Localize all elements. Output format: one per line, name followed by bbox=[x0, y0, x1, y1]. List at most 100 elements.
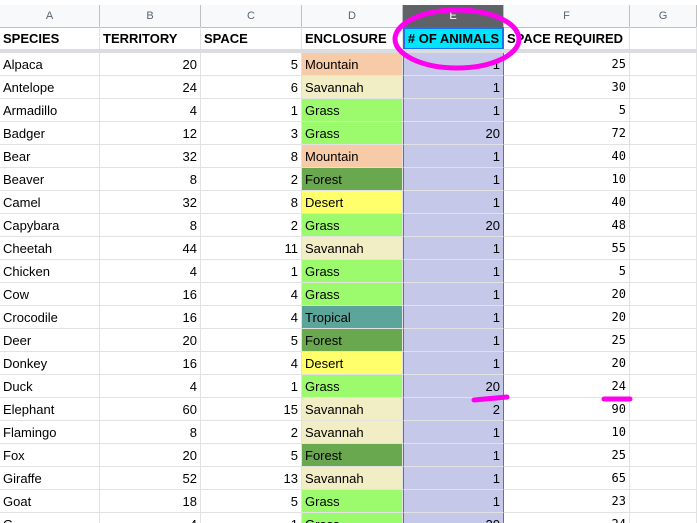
cell-space-required[interactable]: 25 bbox=[504, 53, 630, 76]
cell-space-required[interactable]: 23 bbox=[504, 490, 630, 513]
cell-species[interactable]: Cheetah bbox=[0, 237, 100, 260]
cell-num-animals[interactable]: 20 bbox=[403, 375, 504, 398]
cell-space[interactable]: 6 bbox=[201, 76, 302, 99]
cell-space-required[interactable]: 40 bbox=[504, 145, 630, 168]
cell-empty-g[interactable] bbox=[630, 191, 697, 214]
cell-num-animals[interactable]: 1 bbox=[403, 76, 504, 99]
cell-space-required[interactable]: 20 bbox=[504, 283, 630, 306]
cell-enclosure[interactable]: Forest bbox=[302, 329, 403, 352]
cell-enclosure[interactable]: Tropical bbox=[302, 306, 403, 329]
cell-territory[interactable]: 52 bbox=[100, 467, 201, 490]
cell-space[interactable]: 2 bbox=[201, 421, 302, 444]
cell-empty-g[interactable] bbox=[630, 467, 697, 490]
cell-empty-g[interactable] bbox=[630, 398, 697, 421]
cell-num-animals[interactable]: 1 bbox=[403, 490, 504, 513]
cell-enclosure[interactable]: Savannah bbox=[302, 76, 403, 99]
header-space-required[interactable]: SPACE REQUIRED bbox=[504, 27, 630, 50]
cell-species[interactable]: Donkey bbox=[0, 352, 100, 375]
cell-enclosure[interactable]: Forest bbox=[302, 444, 403, 467]
cell-num-animals[interactable]: 1 bbox=[403, 260, 504, 283]
cell-space-required[interactable]: 65 bbox=[504, 467, 630, 490]
cell-empty-g[interactable] bbox=[630, 53, 697, 76]
cell-enclosure[interactable]: Grass bbox=[302, 99, 403, 122]
cell-species[interactable]: G bbox=[0, 513, 100, 523]
cell-space-required[interactable]: 90 bbox=[504, 398, 630, 421]
cell-space[interactable]: 8 bbox=[201, 145, 302, 168]
cell-enclosure[interactable]: Savannah bbox=[302, 398, 403, 421]
cell-num-animals[interactable]: 1 bbox=[403, 168, 504, 191]
cell-space-required[interactable]: 24 bbox=[504, 375, 630, 398]
cell-territory[interactable]: 4 bbox=[100, 375, 201, 398]
cell-space-required[interactable]: 48 bbox=[504, 214, 630, 237]
cell-territory[interactable]: 16 bbox=[100, 352, 201, 375]
cell-num-animals[interactable]: 1 bbox=[403, 421, 504, 444]
cell-enclosure[interactable]: Mountain bbox=[302, 145, 403, 168]
cell-species[interactable]: Giraffe bbox=[0, 467, 100, 490]
cell-enclosure[interactable]: Savannah bbox=[302, 467, 403, 490]
cell-num-animals[interactable]: 1 bbox=[403, 329, 504, 352]
cell-territory[interactable]: 8 bbox=[100, 421, 201, 444]
cell-empty-g[interactable] bbox=[630, 168, 697, 191]
header-num-animals[interactable]: # OF ANIMALS bbox=[403, 27, 504, 50]
cell-species[interactable]: Bear bbox=[0, 145, 100, 168]
cell-space-required[interactable]: 10 bbox=[504, 421, 630, 444]
cell-empty-g[interactable] bbox=[630, 214, 697, 237]
cell-num-animals[interactable]: 1 bbox=[403, 53, 504, 76]
cell-enclosure[interactable]: Desert bbox=[302, 352, 403, 375]
cell-empty-g[interactable] bbox=[630, 352, 697, 375]
cell-species[interactable]: Duck bbox=[0, 375, 100, 398]
cell-num-animals[interactable]: 1 bbox=[403, 237, 504, 260]
cell-space-required[interactable]: 72 bbox=[504, 122, 630, 145]
column-header-e-selected[interactable]: E bbox=[403, 5, 504, 27]
cell-space[interactable]: 8 bbox=[201, 191, 302, 214]
cell-num-animals[interactable]: 20 bbox=[403, 513, 504, 523]
cell-territory[interactable]: 24 bbox=[100, 76, 201, 99]
cell-space-required[interactable]: 40 bbox=[504, 191, 630, 214]
cell-num-animals[interactable]: 1 bbox=[403, 352, 504, 375]
header-empty-g[interactable] bbox=[630, 27, 697, 50]
cell-species[interactable]: Beaver bbox=[0, 168, 100, 191]
cell-species[interactable]: Elephant bbox=[0, 398, 100, 421]
cell-num-animals[interactable]: 1 bbox=[403, 145, 504, 168]
cell-space[interactable]: 11 bbox=[201, 237, 302, 260]
cell-space[interactable]: 1 bbox=[201, 513, 302, 523]
column-header-a[interactable]: A bbox=[0, 5, 100, 27]
cell-species[interactable]: Flamingo bbox=[0, 421, 100, 444]
cell-territory[interactable]: 12 bbox=[100, 122, 201, 145]
cell-space[interactable]: 2 bbox=[201, 214, 302, 237]
cell-territory[interactable]: 44 bbox=[100, 237, 201, 260]
cell-space-required[interactable]: 55 bbox=[504, 237, 630, 260]
cell-territory[interactable]: 4 bbox=[100, 513, 201, 523]
cell-empty-g[interactable] bbox=[630, 76, 697, 99]
cell-space-required[interactable]: 5 bbox=[504, 99, 630, 122]
cell-space[interactable]: 13 bbox=[201, 467, 302, 490]
cell-space-required[interactable]: 25 bbox=[504, 329, 630, 352]
cell-species[interactable]: Badger bbox=[0, 122, 100, 145]
cell-enclosure[interactable]: Grass bbox=[302, 260, 403, 283]
cell-space[interactable]: 4 bbox=[201, 352, 302, 375]
column-header-b[interactable]: B bbox=[100, 5, 201, 27]
cell-territory[interactable]: 60 bbox=[100, 398, 201, 421]
cell-species[interactable]: Cow bbox=[0, 283, 100, 306]
cell-space[interactable]: 15 bbox=[201, 398, 302, 421]
header-enclosure[interactable]: ENCLOSURE bbox=[302, 27, 403, 50]
cell-empty-g[interactable] bbox=[630, 122, 697, 145]
cell-territory[interactable]: 4 bbox=[100, 260, 201, 283]
cell-space-required[interactable]: 5 bbox=[504, 260, 630, 283]
cell-territory[interactable]: 32 bbox=[100, 145, 201, 168]
cell-space[interactable]: 2 bbox=[201, 168, 302, 191]
cell-space-required[interactable]: 20 bbox=[504, 352, 630, 375]
cell-territory[interactable]: 4 bbox=[100, 99, 201, 122]
cell-space[interactable]: 5 bbox=[201, 490, 302, 513]
cell-enclosure[interactable]: Grass bbox=[302, 375, 403, 398]
cell-species[interactable]: Deer bbox=[0, 329, 100, 352]
cell-territory[interactable]: 8 bbox=[100, 168, 201, 191]
cell-empty-g[interactable] bbox=[630, 421, 697, 444]
cell-territory[interactable]: 20 bbox=[100, 444, 201, 467]
cell-enclosure[interactable]: Savannah bbox=[302, 237, 403, 260]
header-space[interactable]: SPACE bbox=[201, 27, 302, 50]
cell-enclosure[interactable]: Desert bbox=[302, 191, 403, 214]
cell-territory[interactable]: 18 bbox=[100, 490, 201, 513]
column-header-c[interactable]: C bbox=[201, 5, 302, 27]
cell-space[interactable]: 5 bbox=[201, 444, 302, 467]
